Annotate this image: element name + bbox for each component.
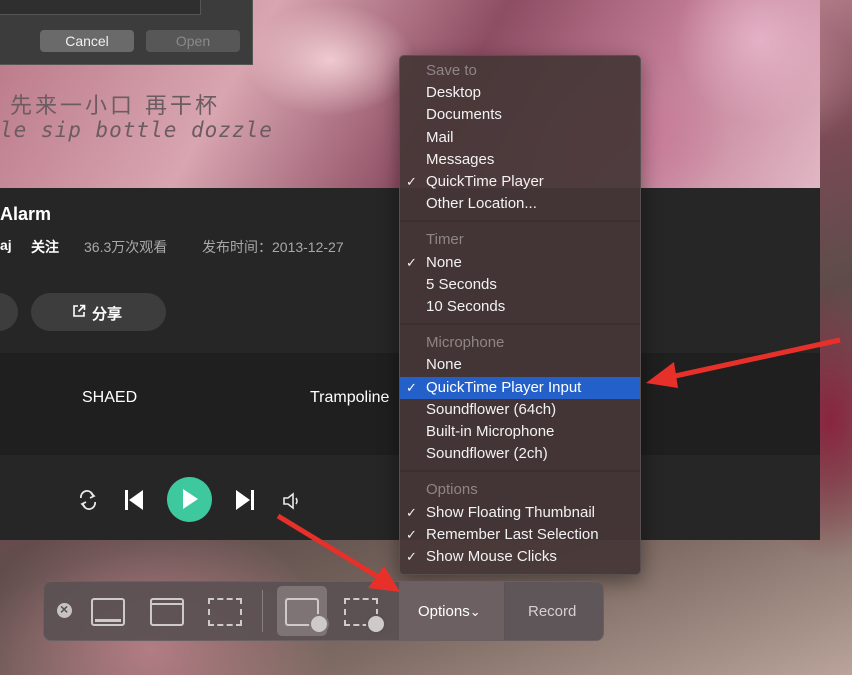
checkmark-icon: ✓ (406, 174, 417, 189)
menu-item-label: 10 Seconds (426, 298, 506, 315)
next-track-icon[interactable] (235, 489, 255, 511)
share-button[interactable]: 分享 (31, 293, 166, 331)
menu-item[interactable]: ✓ Show Mouse Clicks (400, 546, 640, 568)
menu-item[interactable]: Mail (400, 127, 640, 149)
share-icon (73, 304, 86, 317)
menu-item-label: Messages (426, 150, 495, 168)
record-label: Record (528, 603, 577, 620)
menu-item-label: Mail (426, 128, 454, 146)
menu-item-label: Soundflower (64ch) (426, 400, 557, 418)
capture-entire-screen-icon[interactable] (91, 598, 125, 626)
previous-track-icon[interactable] (124, 489, 144, 511)
menu-item[interactable]: Messages (400, 149, 640, 171)
screenshot-options-menu: Save to Desktop Documents Mail Messages ✓ Quic… (399, 55, 641, 575)
artist-name[interactable]: aj (0, 237, 12, 253)
menu-item-label: Soundflower (2ch) (426, 445, 548, 463)
menu-separator (400, 323, 640, 326)
menu-item[interactable]: 5 Seconds (400, 274, 640, 296)
menu-item-label: Built-in Microphone (426, 423, 555, 440)
open-button[interactable]: Open (146, 30, 240, 52)
menu-item-label: QuickTime Player Input (426, 378, 582, 396)
subtitle-chinese: 先来一小口 再干杯 (10, 94, 220, 119)
close-toolbar-button[interactable]: × (57, 601, 72, 618)
menu-item-label: QuickTime Player (426, 173, 544, 190)
record-selection-icon[interactable] (344, 598, 386, 634)
options-label: Options⌄ (418, 603, 481, 620)
menu-item[interactable]: Built-in Microphone (400, 421, 640, 443)
menu-item-label: Other Location... (426, 195, 537, 213)
menu-separator (400, 220, 640, 223)
menu-header-1: Timer (426, 231, 464, 249)
play-icon (183, 489, 198, 509)
menu-header-3: Options (426, 481, 478, 499)
record-entire-screen-icon[interactable] (285, 598, 329, 634)
menu-item[interactable]: Desktop (400, 82, 640, 104)
menu-item[interactable]: ✓ Show Floating Thumbnail (400, 502, 640, 524)
menu-item[interactable]: Other Location... (400, 193, 640, 215)
menu-item-label: None (426, 356, 462, 374)
publish-date: 发布时间：2013-12-27 (202, 239, 344, 255)
follow-button[interactable]: 关注 (31, 237, 59, 257)
annotation-arrow-menu (646, 337, 841, 388)
menu-item[interactable]: Soundflower (64ch) (400, 399, 640, 421)
menu-item[interactable]: 10 Seconds (400, 296, 640, 318)
menu-item-label: Show Mouse Clicks (426, 548, 557, 565)
toolbar-divider (262, 590, 263, 632)
cancel-button[interactable]: Cancel (40, 30, 134, 52)
menu-item-label: 5 Seconds (426, 275, 497, 293)
menu-item[interactable]: ✓ None (400, 252, 640, 274)
close-icon: × (60, 601, 69, 617)
menu-item[interactable]: Documents (400, 104, 640, 126)
menu-header-2: Microphone (426, 334, 505, 352)
like-button[interactable] (0, 293, 18, 331)
list-item-trampoline[interactable]: Trampoline (310, 389, 389, 407)
share-label: 分享 (92, 306, 123, 323)
capture-selection-icon[interactable] (208, 598, 242, 626)
menu-item-label: Show Floating Thumbnail (426, 503, 595, 521)
menu-item[interactable]: Soundflower (2ch) (400, 443, 640, 465)
file-dialog-list (0, 0, 201, 15)
checkmark-icon: ✓ (406, 379, 417, 395)
menu-header-0: Save to (426, 62, 477, 79)
menu-item[interactable]: None (400, 354, 640, 376)
file-dialog: Cancel Open (0, 0, 253, 65)
capture-window-icon[interactable] (150, 598, 184, 626)
repeat-icon[interactable] (77, 490, 99, 510)
checkmark-icon: ✓ (406, 254, 417, 270)
menu-item-label: Desktop (426, 84, 482, 102)
view-count: 36.3万次观看 (84, 239, 168, 255)
menu-item-label: Remember Last Selection (426, 525, 599, 543)
chevron-down-icon: ⌄ (469, 604, 481, 619)
menu-item[interactable]: ✓ QuickTime Player Input (400, 376, 640, 399)
play-button[interactable] (167, 477, 212, 522)
menu-item[interactable]: ✓ QuickTime Player (400, 171, 640, 193)
list-item-shaed[interactable]: SHAED (82, 389, 137, 407)
song-title: Alarm (0, 204, 52, 224)
annotation-arrow-options (276, 513, 400, 592)
menu-item[interactable]: ✓ Remember Last Selection (400, 524, 640, 546)
menu-item-label: None (426, 253, 462, 271)
menu-item-label: Documents (426, 106, 502, 124)
menu-separator (400, 470, 640, 473)
subtitle-english: le sip bottle dozzle (0, 118, 273, 142)
